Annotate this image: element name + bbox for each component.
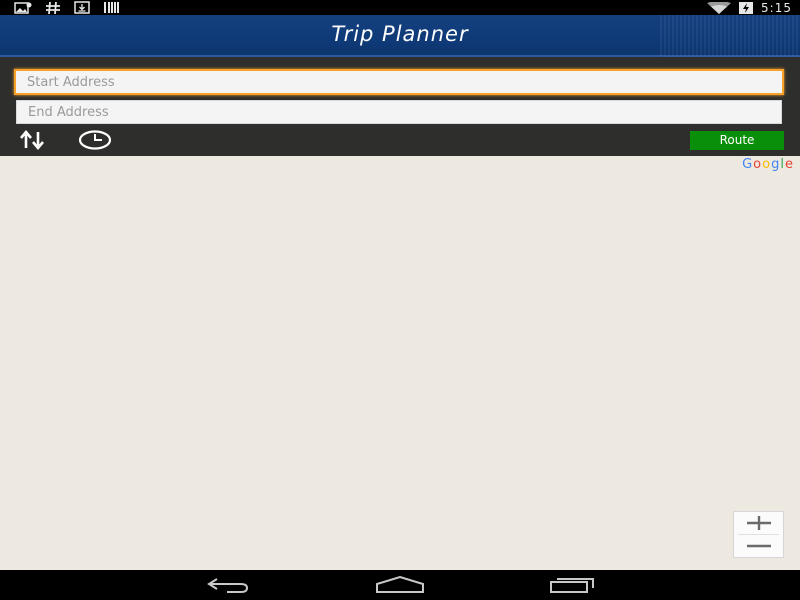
system-indicators: 5:15 xyxy=(707,0,792,15)
zoom-in-button[interactable] xyxy=(734,512,783,534)
start-address-input[interactable] xyxy=(14,69,784,95)
route-button[interactable]: Route xyxy=(690,131,784,150)
route-search-panel: Route xyxy=(0,57,800,156)
end-address-input[interactable] xyxy=(16,100,782,124)
status-clock: 5:15 xyxy=(761,0,792,15)
download-icon xyxy=(74,1,90,14)
image-icon xyxy=(14,1,32,14)
wifi-icon xyxy=(707,1,732,14)
home-button[interactable] xyxy=(370,574,430,596)
app-header: Trip Planner xyxy=(0,15,800,57)
google-logo-letter: g xyxy=(771,157,781,172)
notification-icons xyxy=(14,0,120,15)
map-view[interactable]: Google xyxy=(0,156,800,570)
app-title: Trip Planner xyxy=(331,22,469,46)
google-logo-letter: o xyxy=(762,157,772,172)
zoom-controls xyxy=(733,511,784,558)
swap-addresses-icon[interactable] xyxy=(15,129,49,151)
google-logo-letter: o xyxy=(753,157,763,172)
app-screen: 5:15 Trip Planner Route Google xyxy=(0,0,800,600)
recents-icon xyxy=(550,578,594,593)
status-bar: 5:15 xyxy=(0,0,800,15)
system-nav-bar xyxy=(0,570,800,600)
barcode-icon xyxy=(104,2,120,13)
back-icon xyxy=(207,578,249,593)
minus-icon xyxy=(746,544,771,548)
google-logo-letter: G xyxy=(742,157,754,172)
plus-icon xyxy=(746,516,771,530)
recents-button[interactable] xyxy=(542,574,602,596)
clock-icon[interactable] xyxy=(78,129,112,151)
google-logo: Google xyxy=(742,157,794,172)
home-icon xyxy=(376,576,424,593)
back-button[interactable] xyxy=(198,574,258,596)
battery-charging-icon xyxy=(739,1,754,14)
google-logo-letter: e xyxy=(785,157,794,172)
hash-icon xyxy=(46,1,60,14)
zoom-out-button[interactable] xyxy=(734,535,783,557)
